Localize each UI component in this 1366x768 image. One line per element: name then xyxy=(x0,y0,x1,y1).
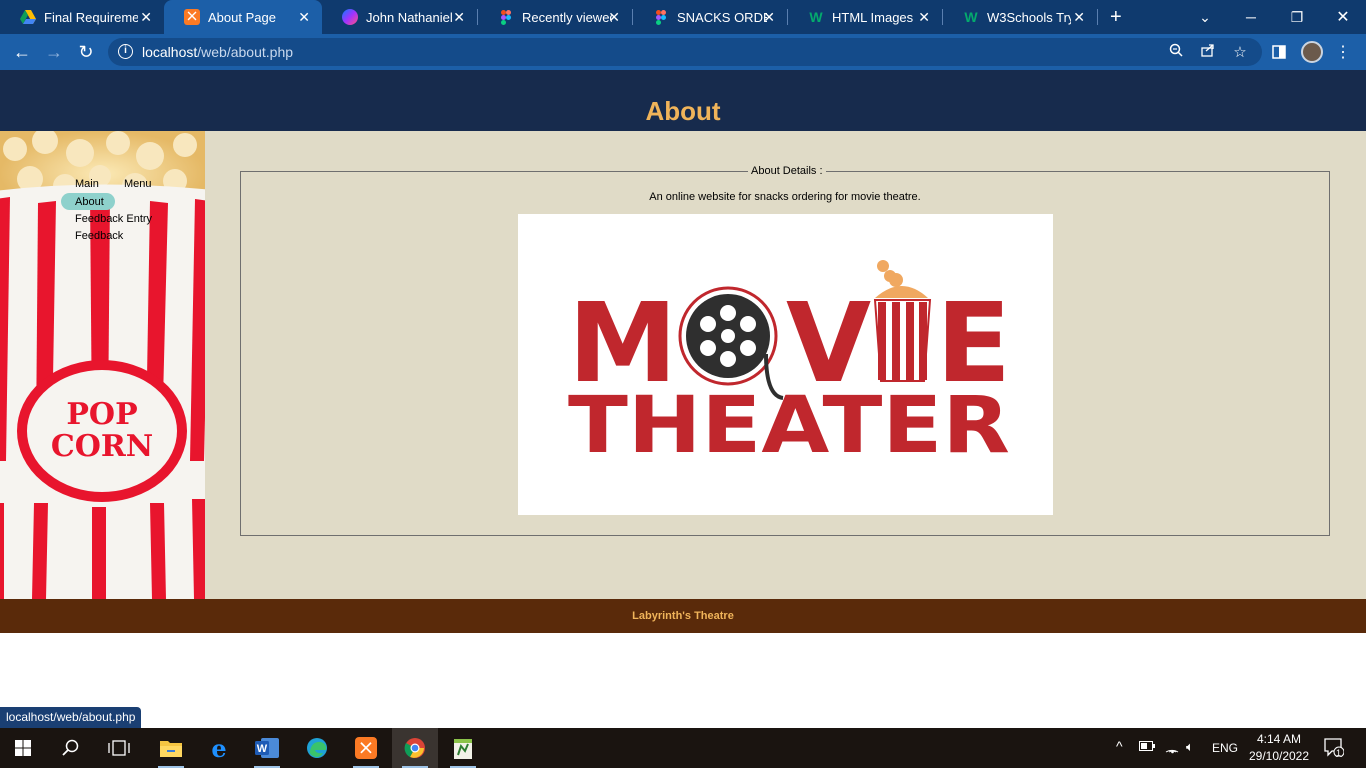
share-icon[interactable] xyxy=(1199,43,1217,60)
notepad-plus-icon[interactable] xyxy=(440,728,486,768)
bookmark-star-icon[interactable]: ☆ xyxy=(1231,43,1249,61)
windows-start-icon[interactable] xyxy=(0,728,46,768)
chrome-icon[interactable] xyxy=(392,728,438,768)
close-tab-icon[interactable]: ✕ xyxy=(453,9,465,26)
page-footer: Labyrinth's Theatre xyxy=(0,599,1366,633)
tab-separator xyxy=(1097,9,1098,25)
w3schools-icon: W xyxy=(964,9,978,25)
tab-final-requirement[interactable]: Final Requirement ✕ xyxy=(0,0,164,34)
menu-menu-label: Menu xyxy=(124,178,152,190)
menu-item-feedback[interactable]: Feedback xyxy=(75,230,123,242)
logo-theater-text: THEATER xyxy=(568,381,1010,471)
popcorn-bucket-icon xyxy=(873,260,932,382)
about-details-legend: About Details : xyxy=(748,165,826,177)
restore-icon[interactable]: ❐ xyxy=(1274,0,1320,34)
figma-icon xyxy=(653,9,669,25)
tab-label: W3Schools Tryit E xyxy=(987,9,1071,25)
close-tab-icon[interactable]: ✕ xyxy=(918,9,930,26)
menu-item-feedback-entry[interactable]: Feedback Entry xyxy=(75,213,152,225)
battery-icon[interactable] xyxy=(1139,740,1155,754)
xampp-taskbar-icon[interactable]: ⨉ xyxy=(343,728,389,768)
notification-count: 1 xyxy=(1336,748,1342,758)
back-icon[interactable]: ← xyxy=(11,41,33,63)
reload-icon[interactable]: ↻ xyxy=(75,41,97,63)
menu-main-label: Main xyxy=(75,178,99,190)
popcorn-logo-text: CORN xyxy=(51,429,153,464)
tab-search-chevron-icon[interactable]: ⌄ xyxy=(1182,0,1228,34)
close-tab-icon[interactable]: ✕ xyxy=(608,9,620,26)
file-explorer-icon[interactable] xyxy=(148,728,194,768)
figma-icon xyxy=(498,9,514,25)
more-menu-icon[interactable]: ⋮ xyxy=(1332,41,1354,63)
popcorn-logo-text: POP xyxy=(66,397,137,432)
tab-label: SNACKS ORDERIN xyxy=(677,9,767,25)
page-header: About xyxy=(0,70,1366,131)
footer-text: Labyrinth's Theatre xyxy=(632,610,734,622)
menu-item-about[interactable]: About xyxy=(75,196,104,208)
close-tab-icon[interactable]: ✕ xyxy=(1073,9,1085,26)
tab-w3schools-tryit[interactable]: W W3Schools Tryit E ✕ xyxy=(943,0,1097,34)
tab-about-page[interactable]: ⨉ About Page ✕ xyxy=(164,0,322,34)
tab-label: Recently viewed xyxy=(522,9,612,25)
xampp-icon: ⨉ xyxy=(184,9,200,25)
side-panel-icon[interactable] xyxy=(1268,41,1290,63)
word-icon[interactable]: W xyxy=(244,728,290,768)
tab-messenger[interactable]: John Nathaniel m ✕ xyxy=(322,0,477,34)
show-hidden-icons-chevron-icon[interactable]: ^ xyxy=(1116,738,1123,754)
tab-label: Final Requirement xyxy=(44,9,138,25)
tab-label: About Page xyxy=(208,9,276,25)
about-description: An online website for snacks ordering fo… xyxy=(649,191,921,203)
profile-avatar[interactable] xyxy=(1301,41,1323,63)
minimize-icon[interactable]: ─ xyxy=(1228,0,1274,34)
volume-icon[interactable]: 🔈︎ xyxy=(1186,739,1194,755)
google-drive-icon xyxy=(20,9,36,25)
wifi-icon[interactable] xyxy=(1164,740,1180,757)
link-status-bar: localhost/web/about.php xyxy=(0,707,142,728)
movie-theater-logo: M V E THEATER xyxy=(518,214,1053,515)
tab-snacks-ordering[interactable]: SNACKS ORDERIN ✕ xyxy=(633,0,787,34)
browser-tab-strip: Final Requirement ✕ ⨉ About Page ✕ John … xyxy=(0,0,1366,34)
browser-toolbar: ← → ↻ i localhost/web/about.php ☆ ⋮ xyxy=(0,34,1366,70)
site-info-icon[interactable]: i xyxy=(118,44,133,59)
zoom-icon[interactable] xyxy=(1167,43,1185,60)
search-icon[interactable] xyxy=(48,728,94,768)
messenger-icon xyxy=(342,9,358,25)
taskbar-clock[interactable]: 4:14 AM 29/10/2022 xyxy=(1244,731,1314,765)
close-tab-icon[interactable]: ✕ xyxy=(298,9,310,26)
clock-time: 4:14 AM xyxy=(1256,732,1302,746)
edge-icon[interactable] xyxy=(294,728,340,768)
tab-html-images[interactable]: W HTML Images ✕ xyxy=(788,0,942,34)
clock-date: 29/10/2022 xyxy=(1248,749,1310,763)
tab-label: HTML Images xyxy=(832,9,914,25)
page-title: About xyxy=(645,96,721,126)
new-tab-icon[interactable]: + xyxy=(1110,6,1122,29)
address-bar[interactable]: i localhost/web/about.php ☆ xyxy=(108,38,1262,66)
w3schools-icon: W xyxy=(809,9,823,25)
close-tab-icon[interactable]: ✕ xyxy=(140,9,152,26)
tab-recently-viewed[interactable]: Recently viewed ✕ xyxy=(478,0,632,34)
forward-icon[interactable]: → xyxy=(43,41,65,63)
tab-label: John Nathaniel m xyxy=(366,9,456,25)
svg-text:W: W xyxy=(257,743,268,755)
close-window-icon[interactable]: ✕ xyxy=(1320,0,1366,34)
language-indicator[interactable]: ENG xyxy=(1212,741,1238,755)
windows-taskbar: e W ⨉ ^ 🔈︎ ENG 4:14 AM 29/10/2022 1 xyxy=(0,728,1366,768)
task-view-icon[interactable] xyxy=(96,728,142,768)
url-text[interactable]: localhost/web/about.php xyxy=(142,44,293,60)
close-tab-icon[interactable]: ✕ xyxy=(763,9,775,26)
edge-legacy-icon[interactable]: e xyxy=(196,728,242,768)
